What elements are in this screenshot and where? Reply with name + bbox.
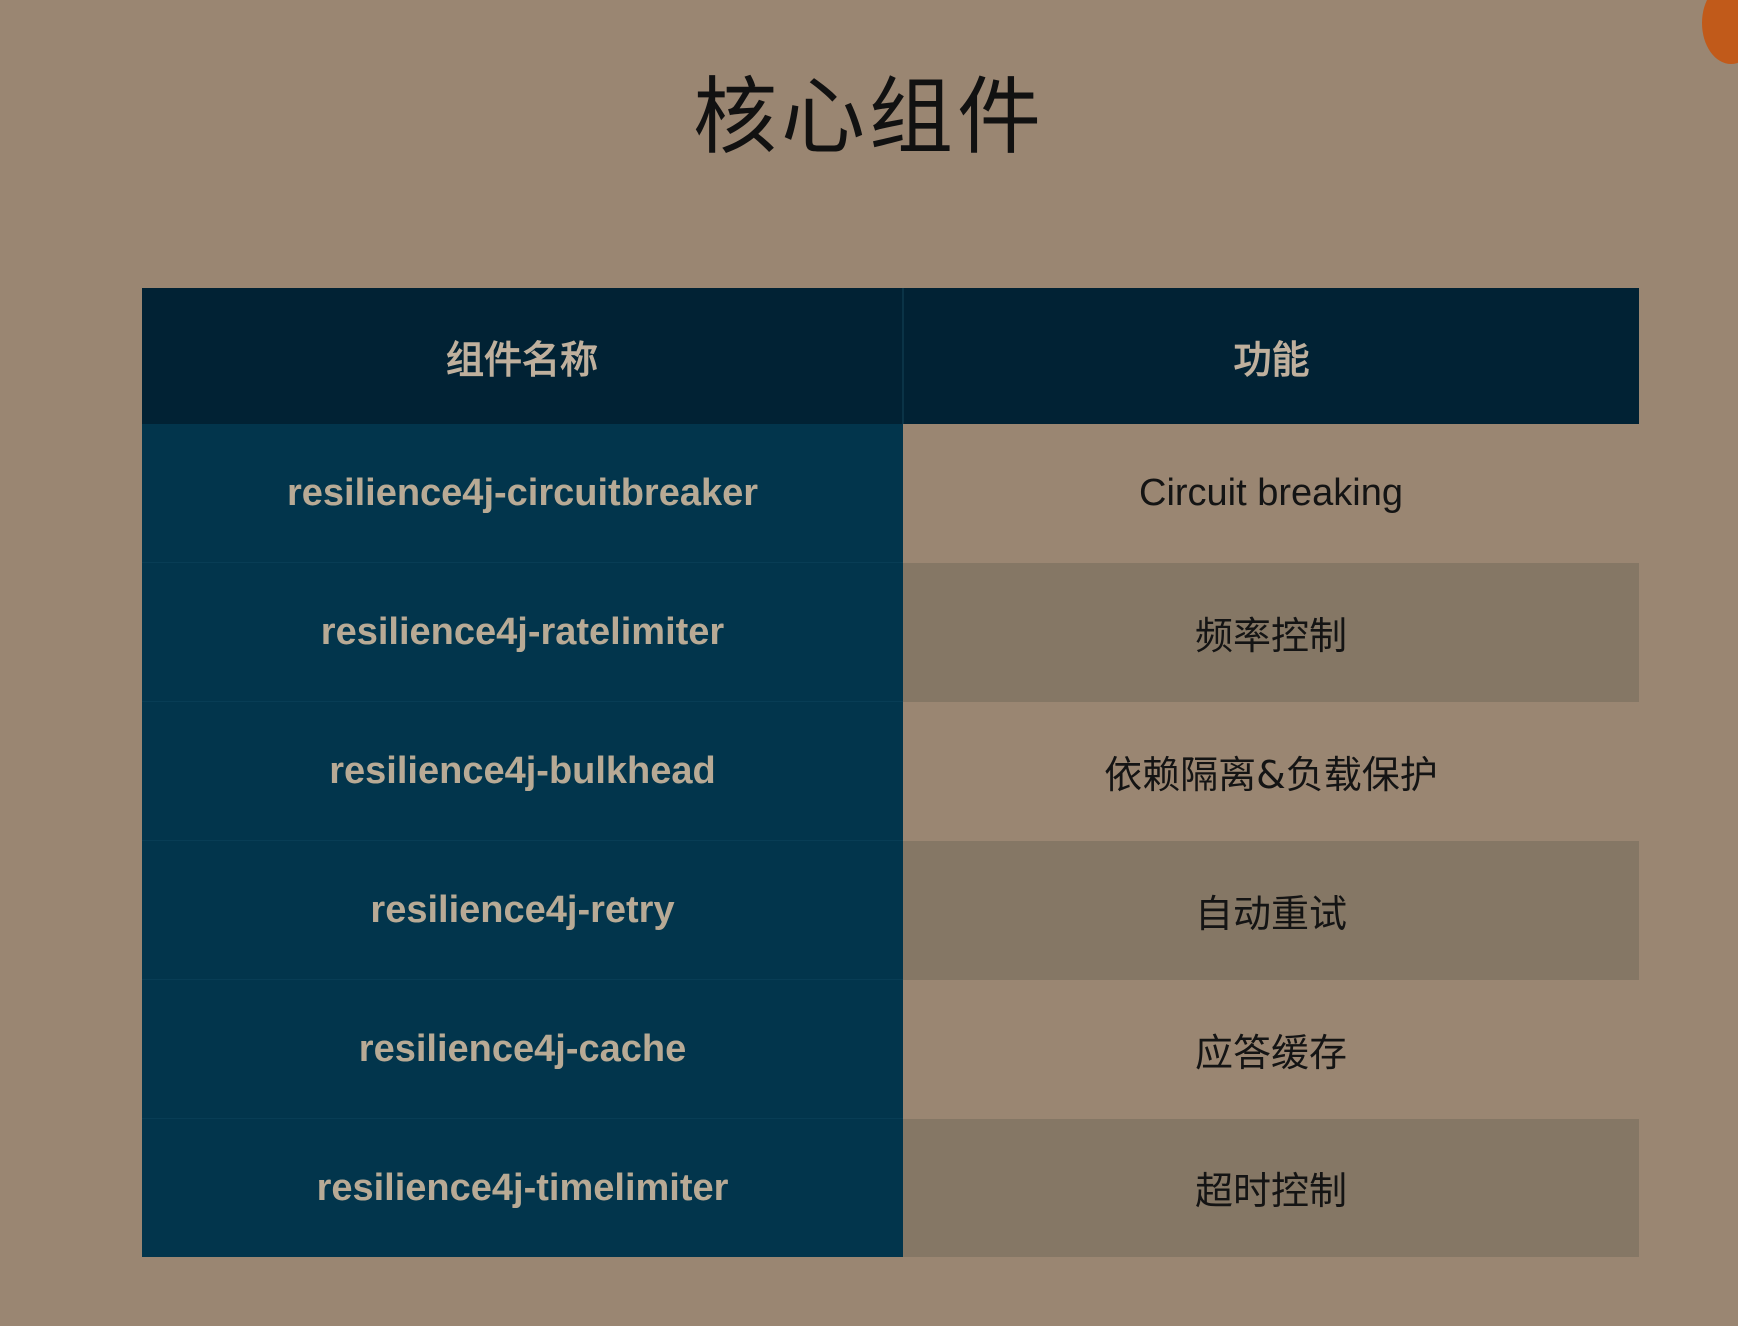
components-table: 组件名称 功能 resilience4j-circuitbreaker Circ… (142, 288, 1639, 1257)
table-row: resilience4j-timelimiter 超时控制 (142, 1118, 1639, 1257)
component-function-cell: Circuit breaking (903, 424, 1639, 563)
component-name-cell: resilience4j-circuitbreaker (142, 424, 903, 563)
component-name-cell: resilience4j-bulkhead (142, 701, 903, 841)
component-function-cell: 依赖隔离&负载保护 (903, 701, 1639, 841)
header-function: 功能 (903, 288, 1639, 424)
component-name-cell: resilience4j-cache (142, 979, 903, 1119)
component-function-cell: 超时控制 (903, 1118, 1639, 1257)
component-function-cell: 应答缓存 (903, 979, 1639, 1119)
component-name-cell: resilience4j-ratelimiter (142, 562, 903, 702)
table-row: resilience4j-bulkhead 依赖隔离&负载保护 (142, 701, 1639, 841)
table-row: resilience4j-cache 应答缓存 (142, 979, 1639, 1119)
table-row: resilience4j-retry 自动重试 (142, 840, 1639, 980)
slide-title: 核心组件 (692, 68, 1045, 166)
component-name-cell: resilience4j-timelimiter (142, 1118, 903, 1257)
table-row: resilience4j-ratelimiter 频率控制 (142, 562, 1639, 702)
component-function-cell: 频率控制 (903, 562, 1639, 702)
table-header-row: 组件名称 功能 (142, 288, 1639, 424)
header-component-name: 组件名称 (142, 288, 904, 424)
component-name-cell: resilience4j-retry (142, 840, 903, 980)
component-function-cell: 自动重试 (903, 840, 1639, 980)
corner-logo-icon (1702, 0, 1738, 64)
table-row: resilience4j-circuitbreaker Circuit brea… (142, 424, 1639, 563)
